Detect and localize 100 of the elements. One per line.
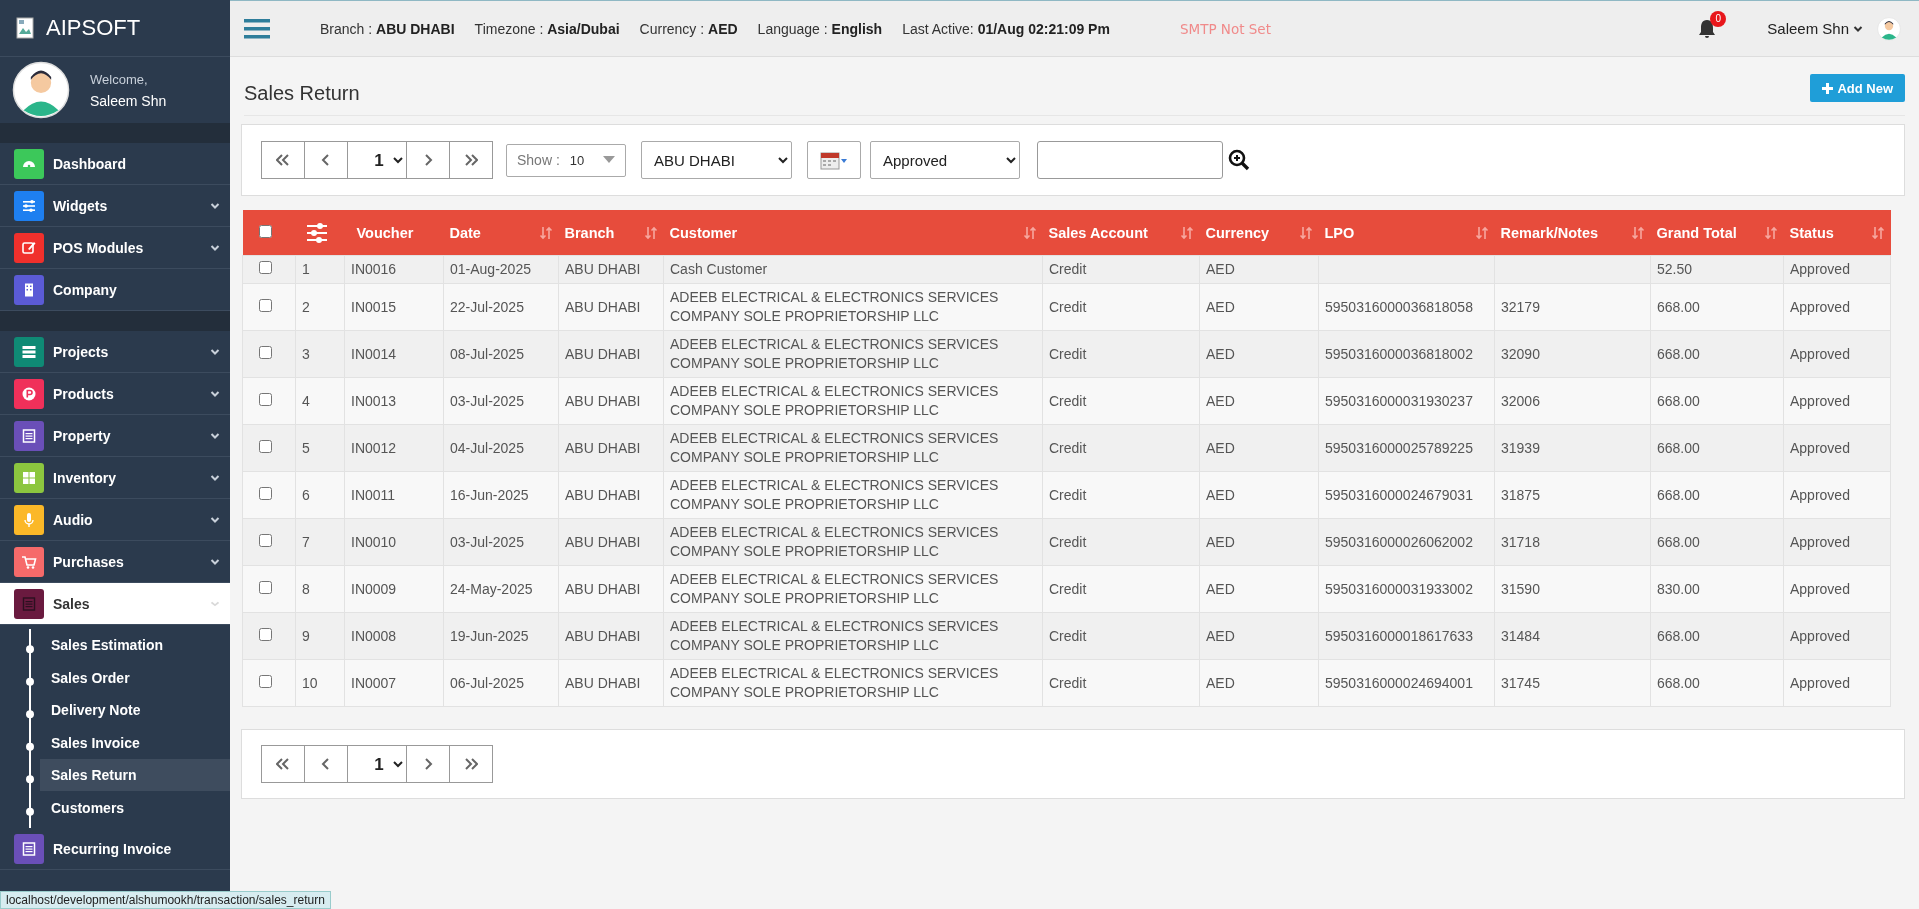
sidebar-item[interactable]: Widgets	[0, 185, 230, 227]
table-cell: Cash Customer	[670, 261, 768, 277]
row-checkbox[interactable]	[259, 486, 272, 500]
bell-icon[interactable]	[1697, 17, 1718, 40]
sidebar-item[interactable]: Sales	[0, 583, 230, 625]
submenu-item[interactable]: Sales Invoice	[40, 726, 230, 759]
table-cell: ADEEB ELECTRICAL & ELECTRONICS SERVICES COMPANY SOLE PROPRIETORSHIP LLC	[670, 336, 999, 371]
date-picker-button[interactable]	[807, 141, 861, 179]
link-url-tooltip: localhost/development/alshumookh/transaction/sales_return	[0, 891, 331, 909]
select-all-checkbox[interactable]	[258, 224, 272, 238]
page-select[interactable]: 1	[347, 141, 407, 179]
user-menu[interactable]: Saleem Shn	[1767, 20, 1849, 37]
row-number: 7	[302, 533, 310, 550]
sidebar-item[interactable]: Recurring Invoice	[0, 828, 230, 870]
table-cell: AED	[1206, 439, 1235, 456]
row-checkbox[interactable]	[259, 261, 272, 274]
table-cell: Approved	[1790, 392, 1850, 409]
next-page-button[interactable]	[406, 141, 450, 179]
table-cell: ADEEB ELECTRICAL & ELECTRONICS SERVICES COMPANY SOLE PROPRIETORSHIP LLC	[670, 524, 999, 559]
row-number: 8	[302, 580, 310, 597]
column-header[interactable]: Date	[449, 224, 481, 241]
search-field[interactable]	[1037, 141, 1223, 179]
submenu-item[interactable]: Delivery Note	[40, 694, 230, 727]
table-cell: 5950316000036818058	[1325, 298, 1473, 315]
status-select[interactable]: Approved	[870, 141, 1020, 179]
table-cell: ADEEB ELECTRICAL & ELECTRONICS SERVICES COMPANY SOLE PROPRIETORSHIP LLC	[670, 383, 999, 418]
page-select[interactable]: 1	[347, 745, 407, 783]
avatar-icon	[1877, 16, 1901, 41]
notification-badge: 0	[1710, 10, 1727, 27]
table-cell: 32006	[1501, 392, 1540, 409]
menu-icon[interactable]	[244, 17, 270, 40]
table-cell: ABU DHABI	[565, 439, 641, 456]
table-cell: AED	[1206, 674, 1235, 691]
table-cell: 03-Jul-2025	[450, 392, 524, 409]
last-page-icon	[464, 154, 478, 166]
sidebar-item[interactable]: Inventory	[0, 457, 230, 499]
column-header[interactable]: Status	[1789, 224, 1834, 241]
table-cell: Credit	[1049, 486, 1087, 503]
previous-page-button[interactable]	[304, 141, 348, 179]
table-cell: IN0008	[351, 627, 397, 644]
table-cell: ADEEB ELECTRICAL & ELECTRONICS SERVICES COMPANY SOLE PROPRIETORSHIP LLC	[670, 289, 999, 324]
row-checkbox[interactable]	[259, 674, 272, 688]
table-cell: 19-Jun-2025	[450, 627, 529, 644]
column-settings-icon[interactable]	[305, 221, 328, 244]
sidebar-item[interactable]: Dashboard	[0, 143, 230, 185]
row-checkbox[interactable]	[259, 439, 272, 453]
sidebar-item[interactable]: Products	[0, 373, 230, 415]
table-cell: IN0007	[351, 674, 397, 691]
table-cell: ADEEB ELECTRICAL & ELECTRONICS SERVICES COMPANY SOLE PROPRIETORSHIP LLC	[670, 665, 999, 700]
submenu-item[interactable]: Sales Order	[40, 661, 230, 694]
row-checkbox[interactable]	[259, 580, 272, 594]
column-header[interactable]: LPO	[1324, 224, 1355, 241]
sidebar-item[interactable]: Projects	[0, 331, 230, 373]
column-header[interactable]: Branch	[564, 224, 615, 241]
next-page-button[interactable]	[406, 745, 450, 783]
table-cell: 03-Jul-2025	[450, 533, 524, 550]
sidebar-item[interactable]: Property	[0, 415, 230, 457]
table-cell: Credit	[1049, 674, 1087, 691]
row-checkbox[interactable]	[259, 392, 272, 406]
table-cell: 32179	[1501, 298, 1540, 315]
previous-page-button[interactable]	[304, 745, 348, 783]
table-cell: Credit	[1049, 392, 1087, 409]
table-cell: 06-Jul-2025	[450, 674, 524, 691]
column-header[interactable]: Customer	[669, 224, 738, 241]
last-page-button[interactable]	[449, 141, 493, 179]
avatar-icon	[12, 61, 70, 119]
row-checkbox[interactable]	[259, 627, 272, 641]
caret-icon	[603, 156, 615, 164]
table-cell: 32090	[1501, 345, 1540, 362]
sidebar-item[interactable]: Audio	[0, 499, 230, 541]
table-cell: 24-May-2025	[450, 580, 533, 597]
sidebar-item[interactable]: POS Modules	[0, 227, 230, 269]
row-checkbox[interactable]	[259, 345, 272, 359]
table-cell: 5950316000031933002	[1325, 580, 1473, 597]
table-cell: 16-Jun-2025	[450, 486, 529, 503]
search-icon[interactable]	[1228, 149, 1250, 171]
table-cell: ABU DHABI	[565, 345, 641, 362]
page-size-select[interactable]: Show : 10	[506, 143, 626, 177]
row-checkbox[interactable]	[259, 533, 272, 547]
table-cell: Credit	[1049, 439, 1087, 456]
submenu-item[interactable]: Customers	[40, 791, 230, 824]
broken-image-icon	[16, 17, 36, 39]
table-cell: ABU DHABI	[565, 261, 641, 277]
table-cell: Approved	[1790, 674, 1850, 691]
last-page-button[interactable]	[449, 745, 493, 783]
row-checkbox[interactable]	[259, 298, 272, 312]
table-cell: Approved	[1790, 261, 1850, 277]
table-cell: IN0011	[351, 486, 396, 503]
first-page-button[interactable]	[261, 745, 305, 783]
table-cell: Credit	[1049, 261, 1087, 277]
branch-select[interactable]: ABU DHABI	[641, 141, 792, 179]
first-page-icon	[276, 154, 290, 166]
table-cell: Approved	[1790, 580, 1850, 597]
info-text: Currency : AED	[639, 20, 738, 37]
row-number: 5	[302, 439, 310, 456]
table-cell: ADEEB ELECTRICAL & ELECTRONICS SERVICES COMPANY SOLE PROPRIETORSHIP LLC	[670, 430, 999, 465]
table-cell: AED	[1206, 392, 1235, 409]
submenu-item[interactable]: Sales Return	[40, 759, 230, 792]
submenu-item[interactable]: Sales Estimation	[40, 629, 230, 662]
first-page-button[interactable]	[261, 141, 305, 179]
